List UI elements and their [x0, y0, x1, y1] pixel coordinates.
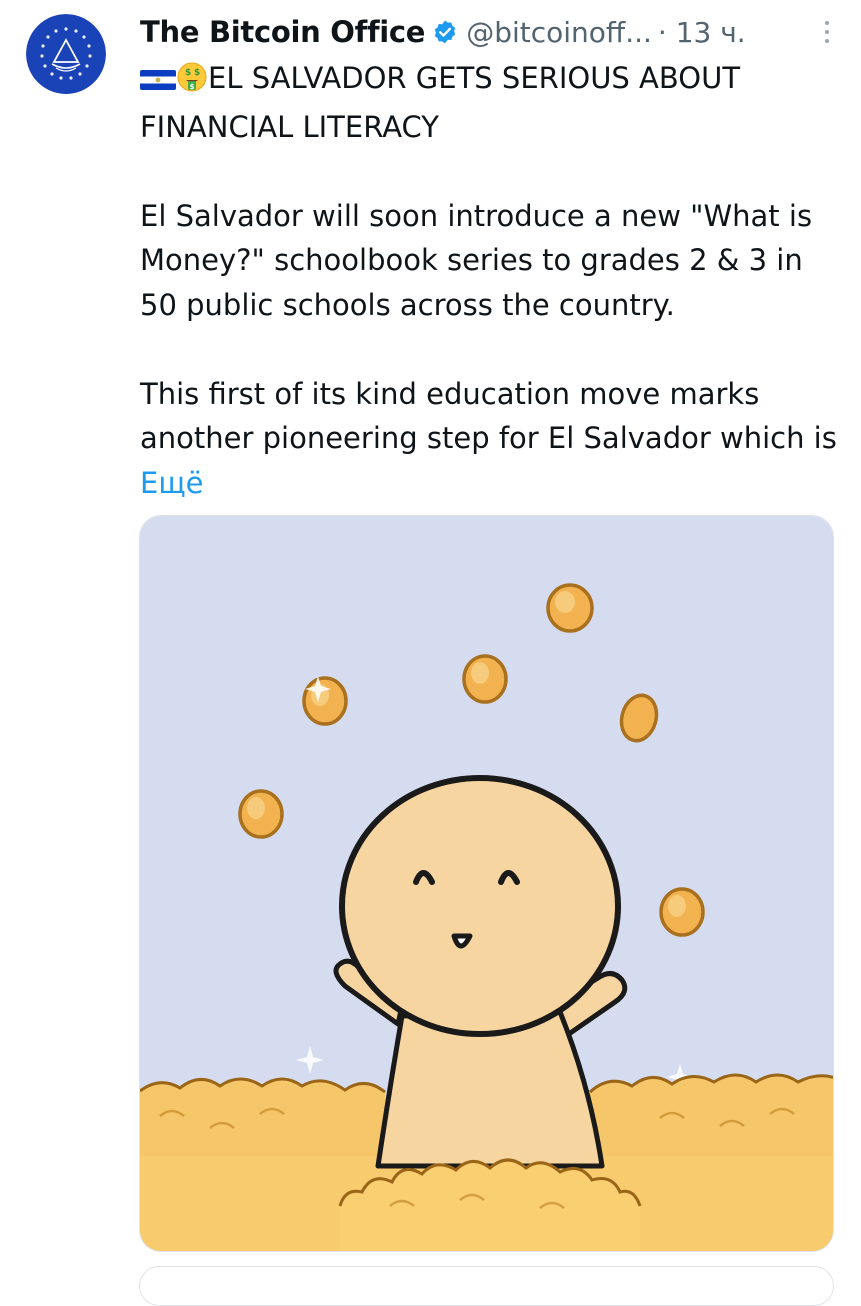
money-mouth-face-emoji: $ $ $	[177, 60, 207, 105]
next-card-edge	[139, 1266, 834, 1306]
tweet-paragraph-2-line: This first of its kind education move ma…	[140, 372, 840, 506]
tweet-header: The Bitcoin Office @bitcoinoff... · 13 ч…	[140, 10, 841, 54]
tweet-headline: EL SALVADOR GETS SERIOUS ABOUT FINANCIAL…	[140, 61, 741, 144]
tweet-paragraph-1: El Salvador will soon introduce a new "W…	[140, 198, 813, 322]
el-salvador-flag-emoji	[140, 60, 176, 105]
more-options-icon[interactable]	[813, 12, 841, 52]
tweet-timestamp[interactable]: · 13 ч.	[658, 16, 746, 49]
tweet-media-image[interactable]	[139, 515, 834, 1252]
tweet-body: $ $ $ EL SALVADOR GETS SERIOUS ABOUT FINANC…	[140, 56, 840, 505]
svg-text:$: $	[185, 68, 191, 78]
author-name[interactable]: The Bitcoin Office	[140, 15, 425, 49]
tweet-headline-line: $ $ $ EL SALVADOR GETS SERIOUS ABOUT FINANC…	[140, 56, 840, 149]
verified-badge-icon	[432, 19, 458, 45]
tweet-paragraph-2: This first of its kind education move ma…	[140, 376, 837, 456]
author-avatar[interactable]	[26, 14, 106, 94]
juggling-coins-illustration	[140, 516, 833, 1251]
svg-text:$: $	[194, 68, 200, 78]
show-more-link[interactable]: Ещё	[140, 466, 203, 500]
author-handle[interactable]: @bitcoinoff...	[466, 16, 652, 49]
svg-text:$: $	[190, 83, 195, 91]
el-salvador-coat-of-arms-icon	[26, 14, 106, 94]
